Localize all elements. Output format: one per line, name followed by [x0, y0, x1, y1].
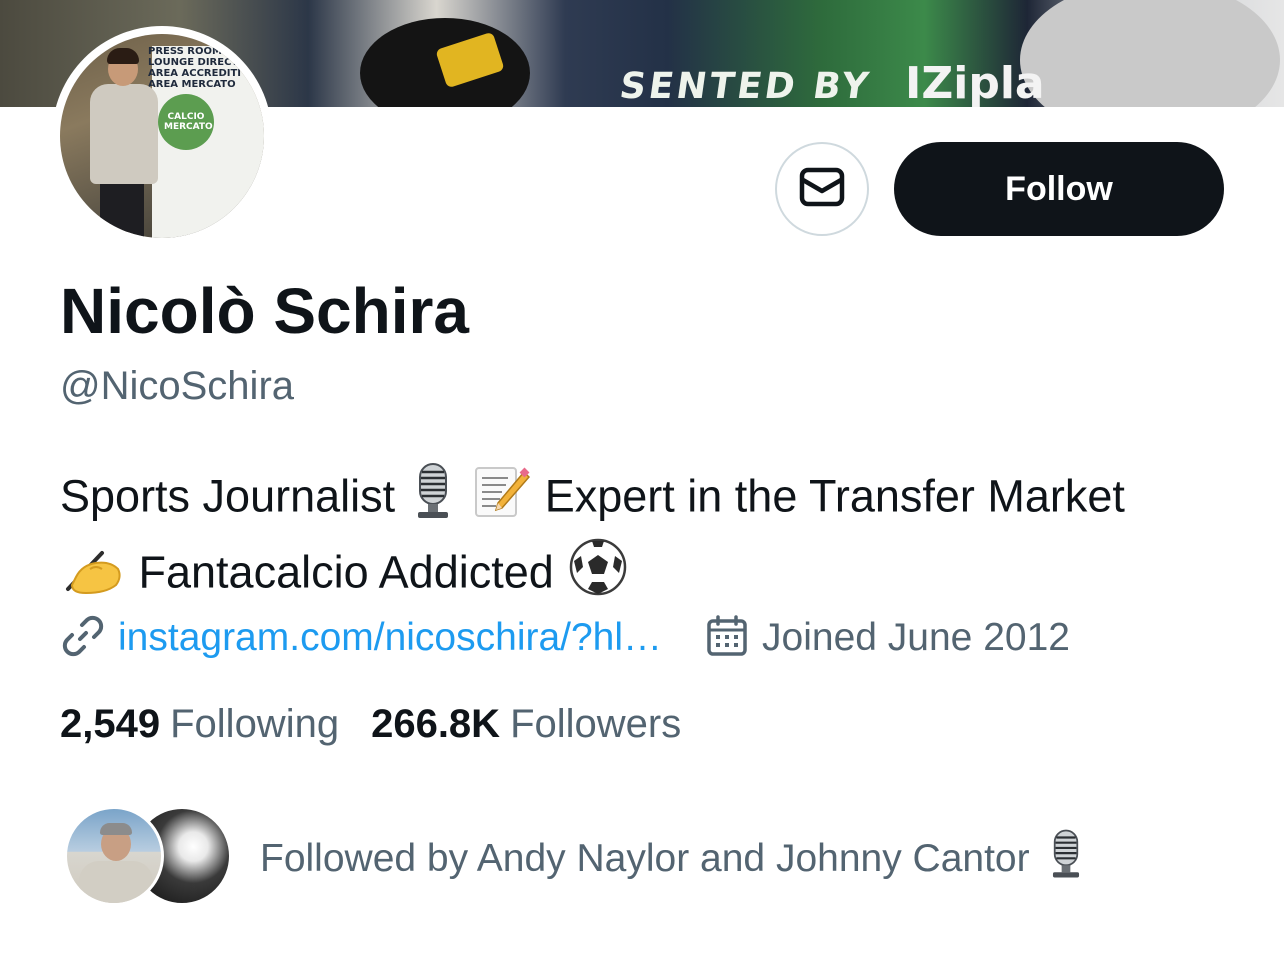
profile-name: Nicolò Schira: [60, 275, 469, 347]
avatar-person-legs: [100, 182, 144, 238]
profile-avatar[interactable]: PRESS ROOM LOUNGE DIRECT AREA ACCREDITI …: [52, 26, 272, 246]
microphone-icon: [410, 462, 456, 537]
followed-by-text[interactable]: Followed by Andy Naylor and Johnny Canto…: [260, 828, 1088, 890]
soccer-ball-icon: [568, 537, 628, 614]
calendar-icon: [706, 614, 748, 662]
followers-stat[interactable]: 266.8K Followers: [371, 702, 681, 747]
bio-text-1: Sports Journalist: [60, 470, 396, 522]
avatar-photo: PRESS ROOM LOUNGE DIRECT AREA ACCREDITI …: [60, 34, 264, 238]
avatar-person-body: [90, 84, 158, 184]
avatar-board-text: PRESS ROOM LOUNGE DIRECT AREA ACCREDITI …: [148, 46, 242, 90]
avatar-person-hair: [107, 48, 139, 64]
following-count: 2,549: [60, 702, 161, 746]
joined-date: Joined June 2012: [706, 614, 1070, 662]
profile-website-link[interactable]: instagram.com/nicoschira/?hl…: [118, 616, 662, 660]
profile-handle: @NicoSchira: [60, 364, 295, 408]
microphone-icon: [1046, 828, 1086, 890]
envelope-icon: [799, 167, 845, 212]
profile-meta: instagram.com/nicoschira/?hl… Joined Jun…: [60, 612, 1070, 664]
following-label: Following: [170, 702, 340, 746]
follower-avatar-1: [64, 806, 164, 906]
followers-label: Followers: [510, 702, 682, 746]
bio-text-3: Fantacalcio Addicted: [138, 546, 554, 598]
profile-stats: 2,549 Following 266.8K Followers: [60, 702, 681, 747]
follow-button[interactable]: Follow: [894, 142, 1224, 236]
followed-by-label: Followed by Andy Naylor and Johnny Canto…: [260, 837, 1030, 880]
joined-date-text: Joined June 2012: [762, 616, 1070, 659]
follower-avatar-1-body: [79, 861, 153, 903]
bio-text-2: Expert in the Transfer Market: [544, 470, 1125, 522]
link-icon: [60, 613, 106, 664]
profile-bio: Sports Journalist Expert in the Transfer…: [60, 462, 1240, 614]
banner-person: [1020, 0, 1280, 107]
memo-icon: [472, 462, 531, 537]
avatar-badge-text: CALCIO MERCATO: [164, 112, 213, 132]
followers-count: 266.8K: [371, 702, 501, 746]
followed-by-avatars[interactable]: [64, 806, 234, 910]
writing-hand-icon: [62, 539, 124, 612]
banner-text: SENTED BY: [617, 66, 874, 107]
following-stat[interactable]: 2,549 Following: [60, 702, 339, 747]
banner-logo: IZipla: [905, 58, 1045, 107]
follower-avatar-1-hair: [100, 823, 132, 835]
message-button[interactable]: [775, 142, 869, 236]
